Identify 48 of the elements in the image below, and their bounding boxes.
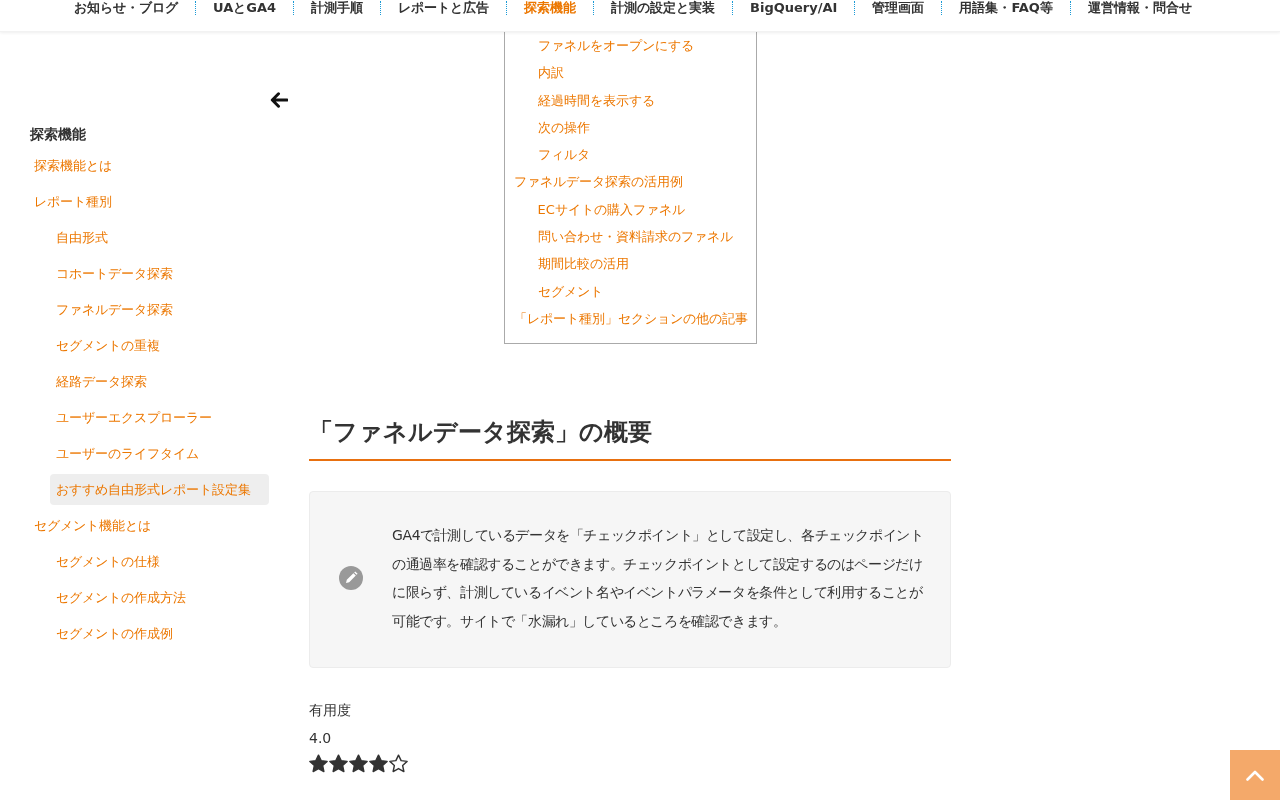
toc-link[interactable]: 内訳 xyxy=(537,59,564,87)
nav-link[interactable]: UAとGA4 xyxy=(196,0,294,16)
nav-link[interactable]: 計測の設定と実装 xyxy=(594,0,733,16)
nav-link[interactable]: 運営情報・問合せ xyxy=(1070,0,1209,16)
nav-link[interactable]: 用語集・FAQ等 xyxy=(942,0,1070,16)
nav-link[interactable]: 計測手順 xyxy=(294,0,381,16)
sidebar-link[interactable]: 探索機能とは xyxy=(28,150,269,181)
sidebar-link[interactable]: ファネルデータ探索 xyxy=(50,294,269,325)
toc-link[interactable]: 「レポート種別」セクションの他の記事 xyxy=(513,304,748,333)
sidebar-link[interactable]: セグメントの作成例 xyxy=(50,618,269,649)
rating-value: 4.0 xyxy=(309,729,332,749)
nav-link[interactable]: 探索機能 xyxy=(507,0,594,16)
toc-link[interactable]: ファネルをオープンにする xyxy=(537,32,694,60)
sidebar-link[interactable]: ユーザーエクスプローラー xyxy=(50,402,269,433)
section-heading: 「ファネルデータ探索」の概要 xyxy=(309,416,951,462)
toc-link[interactable]: セグメント xyxy=(537,277,603,305)
toc-link[interactable]: 経過時間を表示する xyxy=(537,86,655,114)
nav-link[interactable]: レポートと広告 xyxy=(381,0,507,16)
sidebar-link[interactable]: レポート種別 xyxy=(28,186,269,217)
pencil-icon xyxy=(339,566,363,591)
toc-link[interactable]: ECサイトの購入ファネル xyxy=(537,195,685,224)
sidebar-link[interactable]: セグメントの重複 xyxy=(50,330,269,361)
rating-label: 有用度 xyxy=(309,701,351,721)
toc-link[interactable]: 次の操作 xyxy=(537,113,590,142)
star-icon xyxy=(329,754,348,774)
sidebar-link[interactable]: セグメントの仕様 xyxy=(50,546,269,577)
sidebar-link[interactable]: コホートデータ探索 xyxy=(50,258,269,289)
toc-link[interactable]: 期間比較の活用 xyxy=(537,250,629,278)
star-icon xyxy=(369,754,388,774)
sidebar-title: 探索機能 xyxy=(30,125,87,144)
toc-link[interactable]: 問い合わせ・資料請求のファネル xyxy=(537,223,733,251)
star-icon xyxy=(349,754,368,774)
nav-link[interactable]: 管理画面 xyxy=(855,0,942,16)
star-outline-icon xyxy=(389,754,408,774)
sidebar-link[interactable]: 経路データ探索 xyxy=(50,366,269,397)
nav-link[interactable]: BigQuery/AI xyxy=(733,0,855,16)
sidebar-link[interactable]: セグメントの作成方法 xyxy=(50,582,269,613)
chevron-up-icon xyxy=(1246,769,1264,781)
toc-link[interactable]: ファネルデータ探索の活用例 xyxy=(513,168,683,196)
sidebar-link[interactable]: ユーザーのライフタイム xyxy=(50,438,269,469)
toc-link[interactable]: フィルタ xyxy=(537,141,590,169)
arrow-left-icon[interactable] xyxy=(270,92,288,108)
note-text: GA4で計測しているデータを「チェックポイント」として設定し、各チェックポイントの通過率を確認することができます。チェックポイントとして設定するのはページだけに限らず、計測しているイベント名やイベントパラメータを条件として利用することが可能です。サイトで「水漏れ」しているところを確認できます。 xyxy=(392,526,925,631)
star-icon xyxy=(309,754,328,774)
sidebar-link[interactable]: おすすめ自由形式レポート設定集 xyxy=(50,474,269,505)
sidebar-link[interactable]: セグメント機能とは xyxy=(28,510,269,541)
nav-link[interactable]: お知らせ・ブログ xyxy=(57,0,196,16)
sidebar-link[interactable]: 自由形式 xyxy=(50,222,269,253)
